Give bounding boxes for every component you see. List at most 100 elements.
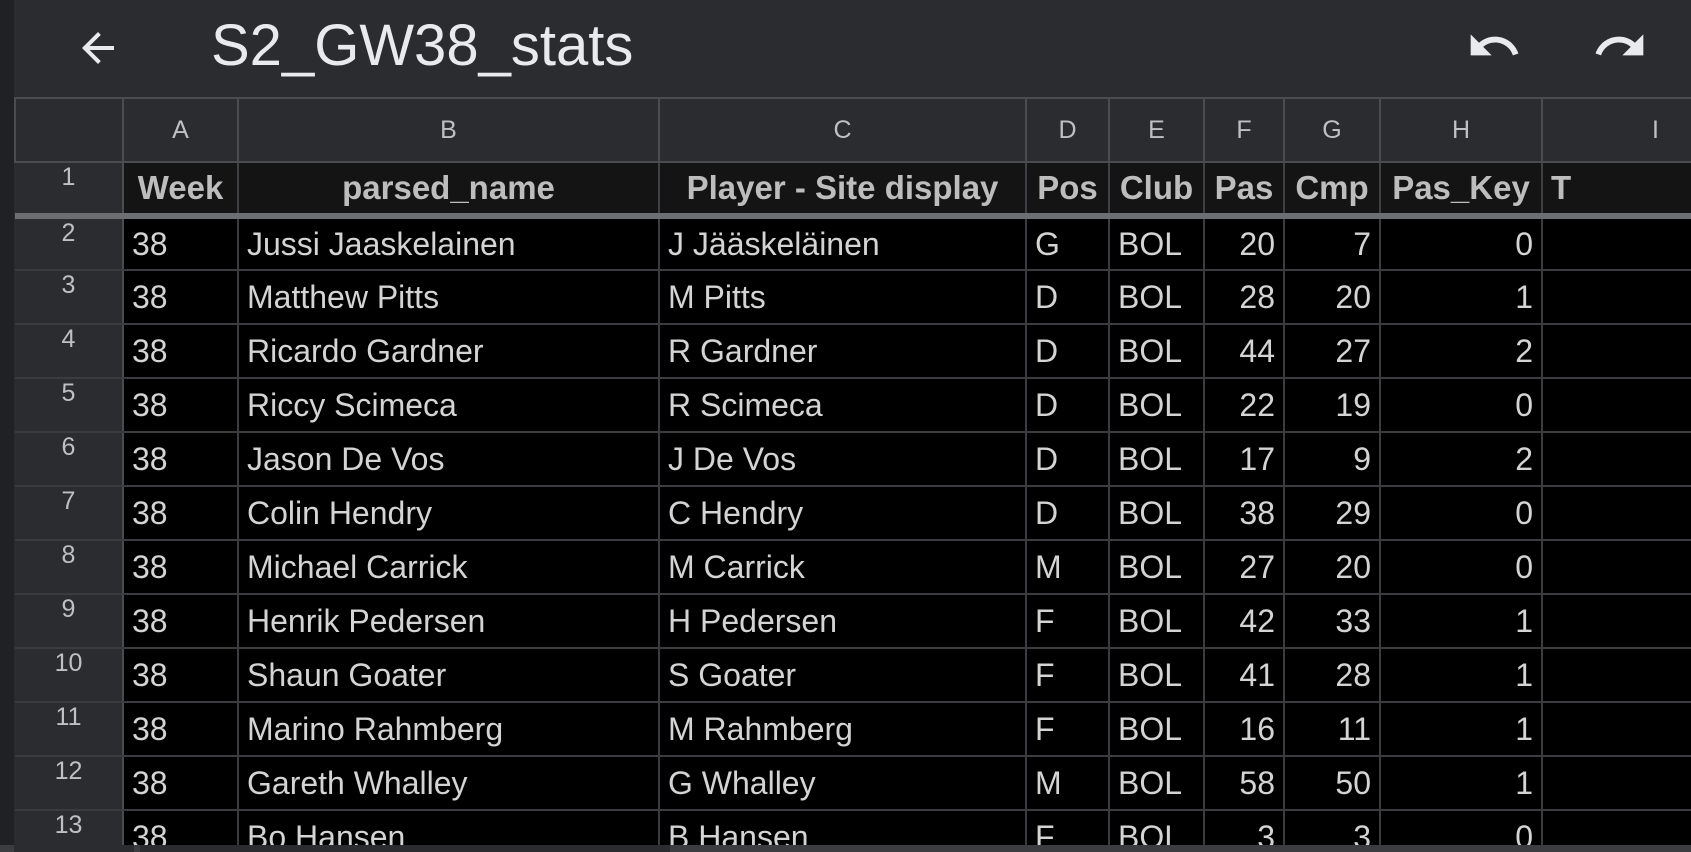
cell-pos[interactable]: G	[1025, 215, 1110, 271]
cell-cmp[interactable]: 28	[1283, 647, 1381, 703]
cell-parsed-name[interactable]: Gareth Whalley	[237, 755, 660, 811]
cell-next-column[interactable]	[1541, 485, 1691, 541]
cell-player-display[interactable]: J Jääskeläinen	[658, 215, 1027, 271]
cell-pas-key[interactable]: 1	[1379, 755, 1543, 811]
cell-parsed-name[interactable]: Riccy Scimeca	[237, 377, 660, 433]
cell-pos[interactable]: M	[1025, 755, 1110, 811]
cell-cmp[interactable]: 9	[1283, 431, 1381, 487]
cell-club[interactable]: BOL	[1108, 647, 1205, 703]
cell-club[interactable]: BOL	[1108, 485, 1205, 541]
column-header-g[interactable]: G	[1283, 97, 1381, 163]
row-header[interactable]: 5	[15, 378, 124, 433]
cell-pas[interactable]: 20	[1203, 215, 1285, 271]
cell-cmp-header[interactable]: Cmp	[1283, 161, 1381, 219]
cell-player-display[interactable]: R Gardner	[658, 323, 1027, 379]
cell-player-display[interactable]: G Whalley	[658, 755, 1027, 811]
cell-week[interactable]: 38	[122, 701, 239, 757]
cell-player-display[interactable]: J De Vos	[658, 431, 1027, 487]
cell-parsed-name[interactable]: Ricardo Gardner	[237, 323, 660, 379]
cell-next-column[interactable]	[1541, 215, 1691, 271]
row-header[interactable]: 12	[15, 756, 124, 811]
undo-button[interactable]	[1454, 8, 1534, 84]
cell-cmp[interactable]: 33	[1283, 593, 1381, 649]
cell-player-display[interactable]: S Goater	[658, 647, 1027, 703]
cell-next-column[interactable]	[1541, 755, 1691, 811]
cell-pas-key[interactable]: 1	[1379, 269, 1543, 325]
cell-week[interactable]: 38	[122, 215, 239, 271]
cell-pos[interactable]: F	[1025, 809, 1110, 845]
cell-cmp[interactable]: 50	[1283, 755, 1381, 811]
cell-week[interactable]: 38	[122, 809, 239, 845]
row-header[interactable]: 7	[15, 486, 124, 541]
cell-pas-key[interactable]: 1	[1379, 593, 1543, 649]
cell-club[interactable]: BOL	[1108, 593, 1205, 649]
row-header[interactable]: 6	[15, 432, 124, 487]
column-header-f[interactable]: F	[1203, 97, 1285, 163]
cell-parsed-name[interactable]: Marino Rahmberg	[237, 701, 660, 757]
cell-cmp[interactable]: 20	[1283, 269, 1381, 325]
cell-player-display-header[interactable]: Player - Site display	[658, 161, 1027, 219]
cell-club[interactable]: BOL	[1108, 377, 1205, 433]
cell-pas[interactable]: 38	[1203, 485, 1285, 541]
column-header-i[interactable]: I	[1541, 97, 1691, 163]
row-header[interactable]: 9	[15, 594, 124, 649]
cell-pas[interactable]: 17	[1203, 431, 1285, 487]
cell-pas-key[interactable]: 0	[1379, 215, 1543, 271]
cell-pos[interactable]: D	[1025, 323, 1110, 379]
cell-cmp[interactable]: 29	[1283, 485, 1381, 541]
cell-club[interactable]: BOL	[1108, 269, 1205, 325]
cell-pas[interactable]: 44	[1203, 323, 1285, 379]
select-all-corner[interactable]	[14, 97, 124, 163]
cell-week-header[interactable]: Week	[122, 161, 239, 219]
cell-club[interactable]: BOL	[1108, 215, 1205, 271]
cell-player-display[interactable]: M Pitts	[658, 269, 1027, 325]
cell-club[interactable]: BOL	[1108, 431, 1205, 487]
cell-pas-key[interactable]: 0	[1379, 377, 1543, 433]
row-header[interactable]: 2	[15, 216, 124, 271]
cell-club[interactable]: BOL	[1108, 539, 1205, 595]
cell-pas-key[interactable]: 0	[1379, 809, 1543, 845]
cell-pos[interactable]: D	[1025, 431, 1110, 487]
cell-week[interactable]: 38	[122, 755, 239, 811]
cell-cmp[interactable]: 20	[1283, 539, 1381, 595]
cell-parsed-name-header[interactable]: parsed_name	[237, 161, 660, 219]
cell-pas[interactable]: 58	[1203, 755, 1285, 811]
cell-pas-key[interactable]: 0	[1379, 485, 1543, 541]
cell-week[interactable]: 38	[122, 593, 239, 649]
cell-parsed-name[interactable]: Henrik Pedersen	[237, 593, 660, 649]
row-header[interactable]: 13	[15, 810, 124, 845]
cell-next-column[interactable]	[1541, 269, 1691, 325]
cell-next-column[interactable]	[1541, 431, 1691, 487]
cell-next-column[interactable]	[1541, 323, 1691, 379]
cell-week[interactable]: 38	[122, 485, 239, 541]
cell-pos[interactable]: D	[1025, 377, 1110, 433]
cell-pos[interactable]: D	[1025, 269, 1110, 325]
cell-cmp[interactable]: 7	[1283, 215, 1381, 271]
bottom-scrollbar[interactable]	[0, 845, 1691, 852]
cell-player-display[interactable]: C Hendry	[658, 485, 1027, 541]
column-header-h[interactable]: H	[1379, 97, 1543, 163]
cell-next-column[interactable]	[1541, 701, 1691, 757]
sheet-title[interactable]: S2_GW38_stats	[211, 6, 633, 86]
cell-pos[interactable]: F	[1025, 593, 1110, 649]
cell-week[interactable]: 38	[122, 269, 239, 325]
cell-club[interactable]: BOL	[1108, 323, 1205, 379]
cell-parsed-name[interactable]: Matthew Pitts	[237, 269, 660, 325]
cell-player-display[interactable]: R Scimeca	[658, 377, 1027, 433]
cell-pas[interactable]: 42	[1203, 593, 1285, 649]
row-header[interactable]: 11	[15, 702, 124, 757]
cell-pos[interactable]: F	[1025, 701, 1110, 757]
spreadsheet-grid[interactable]: A B C D E F G H I 1 Week parsed_name Pla…	[14, 97, 1691, 845]
cell-pas[interactable]: 28	[1203, 269, 1285, 325]
back-button[interactable]	[62, 12, 134, 84]
cell-cmp[interactable]: 19	[1283, 377, 1381, 433]
cell-pas[interactable]: 16	[1203, 701, 1285, 757]
cell-pas-key[interactable]: 1	[1379, 701, 1543, 757]
cell-next-column[interactable]	[1541, 809, 1691, 845]
cell-week[interactable]: 38	[122, 377, 239, 433]
cell-next-header[interactable]: T	[1541, 161, 1691, 219]
row-header[interactable]: 4	[15, 324, 124, 379]
cell-next-column[interactable]	[1541, 647, 1691, 703]
cell-next-column[interactable]	[1541, 593, 1691, 649]
cell-pos[interactable]: F	[1025, 647, 1110, 703]
